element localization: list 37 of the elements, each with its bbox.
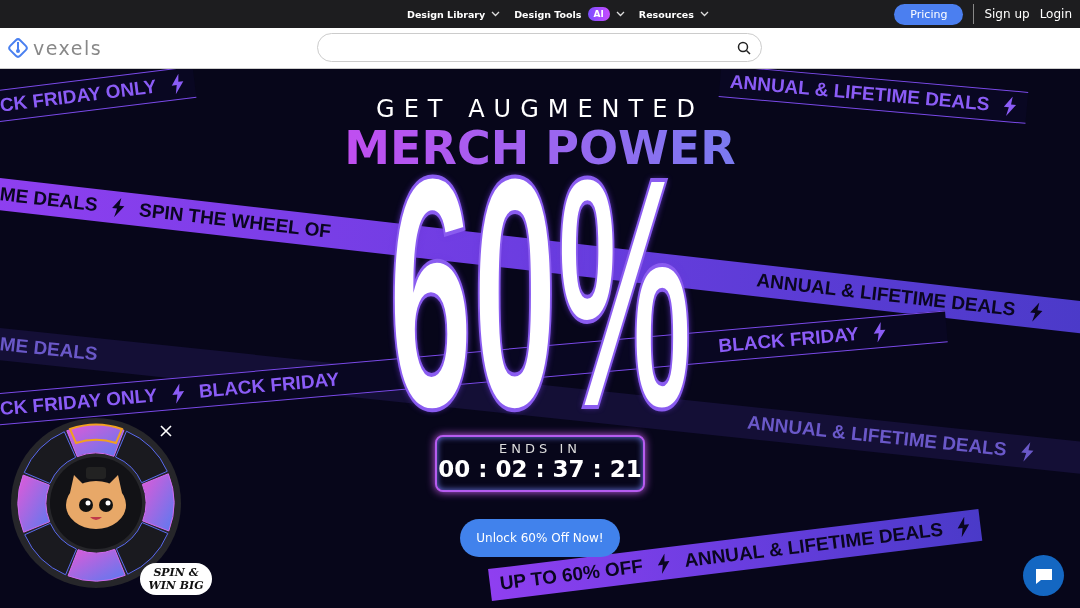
ai-badge: AI (587, 7, 610, 21)
ribbon-text: UP TO 60% OFF (498, 555, 645, 595)
chevron-down-icon (615, 11, 625, 17)
lightning-icon (110, 196, 127, 219)
speech-bubble[interactable]: SPIN & WIN BIG (140, 563, 212, 595)
search-icon[interactable] (737, 40, 751, 55)
unlock-button[interactable]: Unlock 60% Off Now! (460, 519, 620, 557)
lightning-icon (170, 383, 186, 405)
lightning-icon (1028, 301, 1045, 323)
ribbon-text: ANNUAL & LIFETIME DEALS (755, 269, 1017, 321)
ribbon-text: BLACK FRIDAY (717, 323, 860, 358)
chat-button[interactable] (1023, 555, 1064, 596)
sign-up-link[interactable]: Sign up (984, 7, 1030, 21)
chevron-down-icon (491, 11, 501, 17)
lightning-icon (955, 516, 972, 538)
logo-text[interactable]: vexels (33, 37, 103, 59)
ribbon-text: CK FRIDAY ONLY (0, 75, 158, 117)
ribbon-text: BLACK FRIDAY (197, 368, 341, 403)
chat-icon[interactable] (1033, 566, 1054, 585)
nav-menu[interactable]: Design Library (407, 8, 501, 20)
ribbon-text: CK FRIDAY ONLY (0, 384, 158, 421)
lightning-icon (871, 321, 888, 343)
lightning-icon (655, 552, 672, 575)
chevron-down-icon (699, 11, 709, 17)
ribbon-text: ME DEALS (0, 183, 99, 217)
ribbon-text: ANNUAL & LIFETIME DEALS (729, 70, 991, 116)
ribbon-text: SPIN THE WHEEL OF (138, 199, 333, 243)
ribbon-text: ANNUAL & LIFETIME DEALS (683, 518, 945, 573)
lightning-icon (1019, 441, 1036, 463)
login-link[interactable]: Login (1039, 7, 1072, 21)
ribbon-text: ANNUAL & LIFETIME DEALS (746, 411, 1008, 461)
pricing-button[interactable]: Pricing (894, 3, 964, 25)
lightning-icon (169, 73, 186, 95)
nav-menu[interactable]: Resources (638, 8, 709, 20)
ribbon-text: ME DEALS (0, 333, 99, 366)
nav-menu[interactable]: Design Tools AI (514, 7, 625, 21)
logo-icon (7, 37, 29, 59)
